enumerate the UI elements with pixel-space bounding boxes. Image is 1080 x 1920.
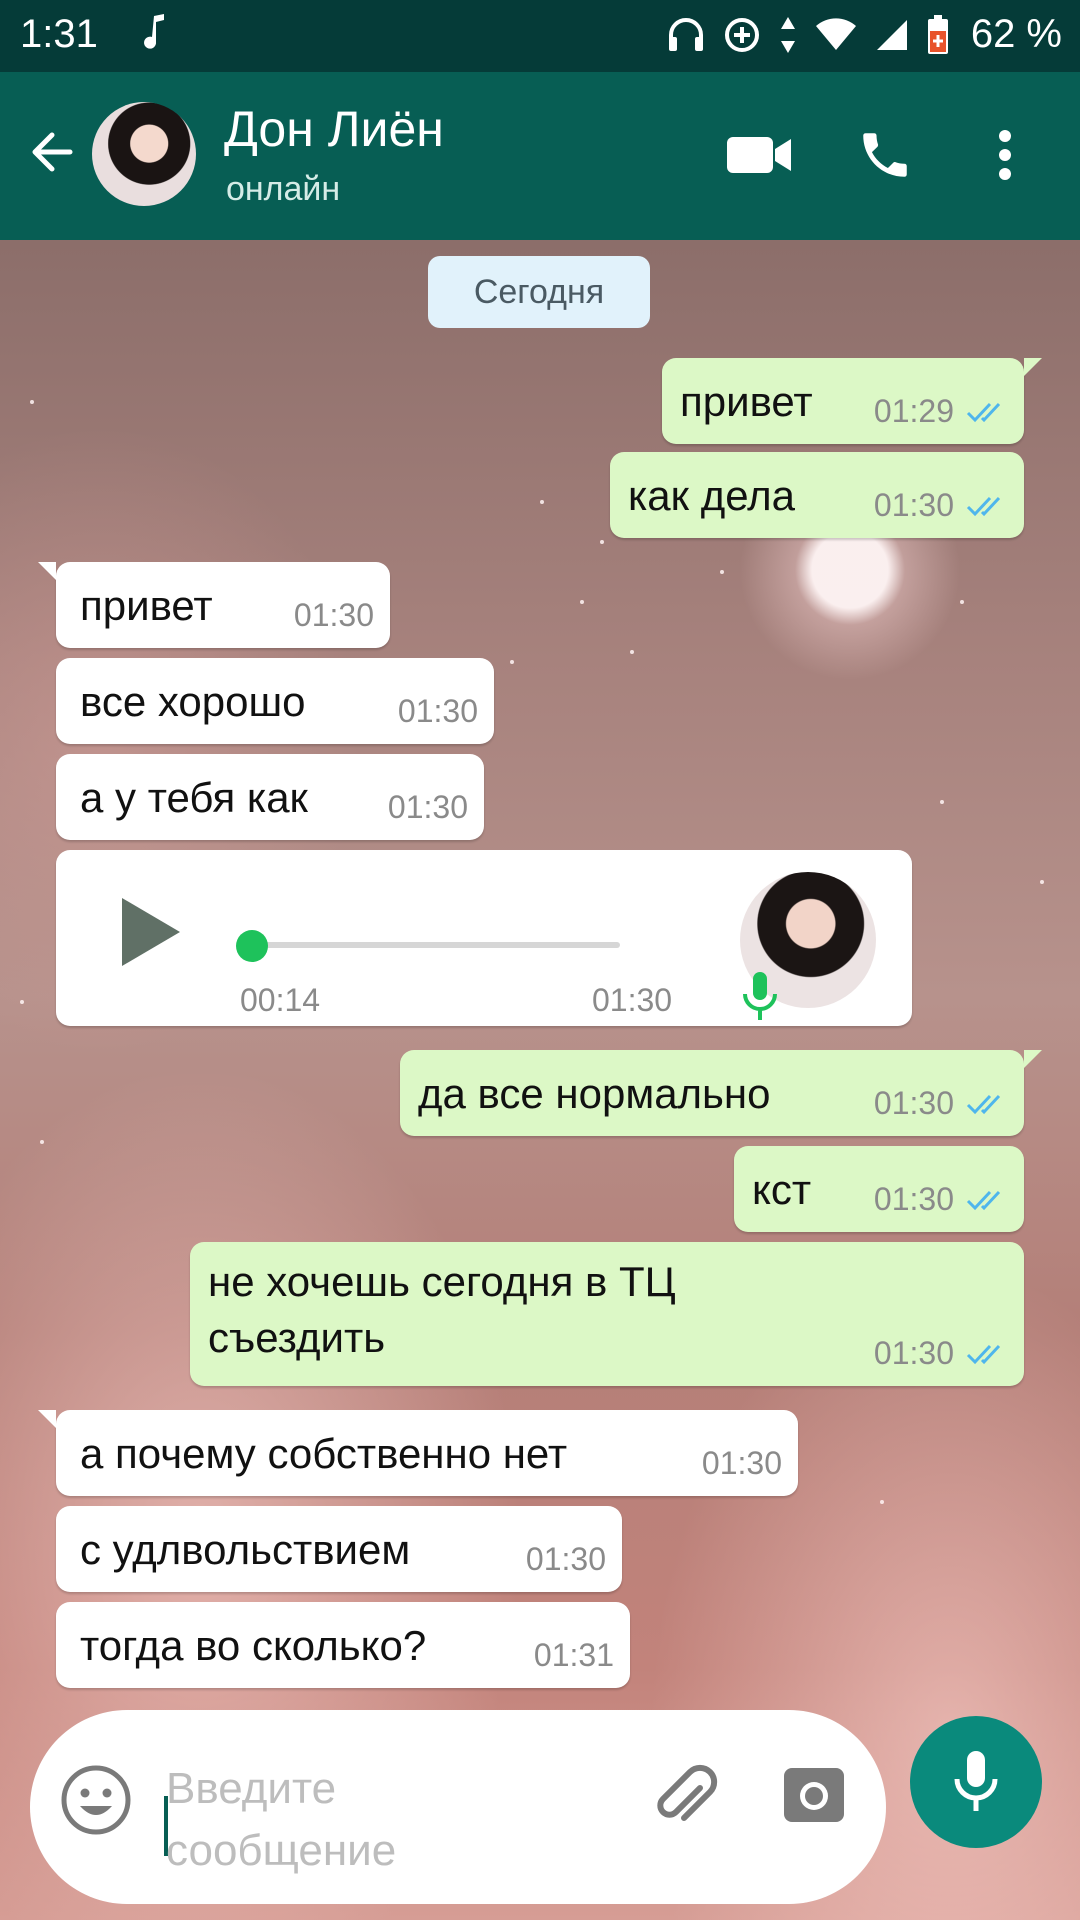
message-text: а почему собственно нет [80,1430,568,1477]
message-text: не хочешь сегодня в ТЦ съездить [208,1258,676,1361]
message-text: тогда во сколько? [80,1622,427,1669]
read-receipt-icon [966,1344,1001,1364]
signal-icon [876,19,907,50]
message-text: с удлвольствием [80,1526,411,1573]
message-incoming[interactable]: привет 01:30 [38,562,390,648]
voice-progress-track[interactable] [246,942,620,948]
message-composer[interactable]: Введите сообщение [30,1710,886,1904]
voice-duration: 00:14 [240,982,321,1018]
message-time: 01:30 [873,487,954,523]
message-text: все хорошо [80,678,306,725]
message-outgoing[interactable]: не хочешь сегодня в ТЦ съездить 01:30 [190,1242,1024,1386]
status-icons: 62 % [667,12,1062,57]
read-receipt-icon [966,1094,1001,1114]
music-note-icon [142,12,172,62]
message-time: 01:30 [293,597,374,633]
message-time: 01:30 [873,1335,954,1371]
message-incoming[interactable]: а почему собственно нет 01:30 [38,1410,798,1496]
mic-icon [954,1751,998,1811]
mic-icon [740,970,780,1034]
message-incoming[interactable]: а у тебя как 01:30 [56,754,484,840]
message-incoming[interactable]: все хорошо 01:30 [56,658,494,744]
attach-icon[interactable] [644,1758,724,1843]
message-input[interactable]: Введите сообщение [166,1758,506,1882]
message-time: 01:31 [533,1637,614,1673]
status-time: 1:31 [20,12,98,56]
chat-area[interactable]: Сегодня привет 01:29 как дела 01:30 прив… [0,240,1080,1920]
message-time: 01:30 [701,1445,782,1481]
message-time: 01:30 [592,982,673,1018]
chat-header: Дон Лиён онлайн [0,72,1080,240]
status-bar: 1:31 62 % [0,0,1080,72]
message-time: 01:30 [525,1541,606,1577]
play-icon[interactable] [122,898,180,966]
read-receipt-icon [966,1190,1001,1210]
message-incoming[interactable]: с удлвольствием 01:30 [56,1506,622,1592]
read-receipt-icon [966,402,1001,422]
battery-icon [927,14,948,54]
message-text: а у тебя как [80,774,308,821]
date-separator: Сегодня [428,256,650,328]
battery-percent: 62 % [970,12,1062,56]
message-text: да все нормально [418,1070,771,1117]
mic-record-button[interactable] [910,1716,1042,1848]
voice-message[interactable]: 00:14 01:30 [56,850,912,1026]
message-time: 01:30 [873,1181,954,1217]
emoji-icon[interactable] [60,1764,132,1841]
message-text: кст [752,1166,812,1213]
message-time: 01:29 [873,393,954,429]
message-outgoing[interactable]: да все нормально 01:30 [400,1050,1042,1136]
contact-status: онлайн [226,170,341,208]
back-arrow-icon[interactable] [26,124,82,180]
data-arrows-icon [780,16,795,53]
message-outgoing[interactable]: кст 01:30 [734,1146,1024,1232]
camera-icon[interactable] [782,1766,846,1829]
message-time: 01:30 [387,789,468,825]
message-outgoing[interactable]: привет 01:29 [662,358,1042,444]
video-call-icon[interactable] [724,120,794,190]
message-time: 01:30 [873,1085,954,1121]
phone-icon[interactable] [850,120,920,190]
message-text: привет [80,582,213,629]
message-incoming[interactable]: тогда во сколько? 01:31 [56,1602,630,1688]
message-outgoing[interactable]: как дела 01:30 [610,452,1024,538]
wifi-icon [815,17,856,50]
message-time: 01:30 [397,693,478,729]
contact-avatar[interactable] [92,102,196,206]
data-saver-icon [724,17,759,52]
read-receipt-icon [966,496,1001,516]
message-text: привет [680,378,813,425]
voice-progress-knob[interactable] [236,930,268,962]
contact-name[interactable]: Дон Лиён [224,100,444,158]
more-vert-icon[interactable] [970,120,1040,190]
message-text: как дела [628,472,796,519]
headphones-icon [668,17,703,51]
